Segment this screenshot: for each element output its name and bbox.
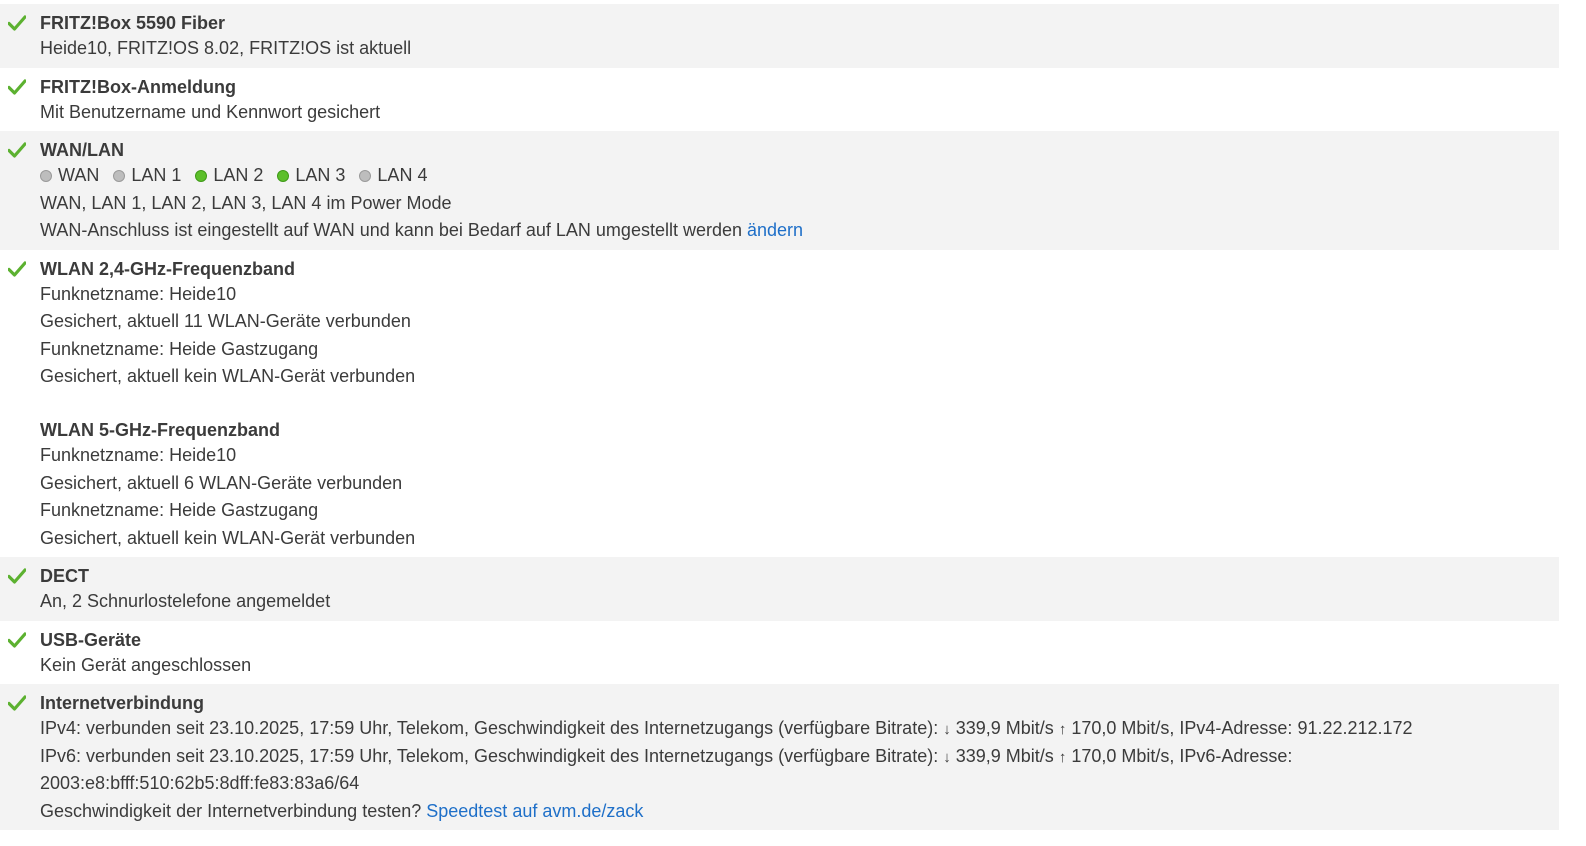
upload-arrow-icon: ↑ — [1058, 721, 1067, 738]
ipv6-status-line: IPv6: verbunden seit 23.10.2025, 17:59 U… — [40, 745, 1293, 766]
item-line: Heide10, FRITZ!OS 8.02, FRITZ!OS ist akt… — [40, 38, 412, 58]
status-item-wlan: WLAN 2,4-GHz-Frequenzband Funknetzname: … — [0, 250, 1559, 558]
port-led-lan3: LAN 3 — [277, 162, 359, 190]
item-line: Gesichert, aktuell kein WLAN-Gerät verbu… — [40, 366, 416, 386]
item-line: Funknetzname: Heide Gastzugang — [40, 500, 319, 520]
item-line: Mit Benutzername und Kennwort gesichert — [40, 101, 381, 122]
check-icon — [8, 695, 26, 711]
status-item-login: FRITZ!Box-Anmeldung Mit Benutzername und… — [0, 68, 1559, 132]
item-title: DECT — [40, 566, 89, 586]
ipv4-status-line: IPv4: verbunden seit 23.10.2025, 17:59 U… — [40, 718, 1413, 738]
check-icon — [8, 15, 26, 31]
item-line: Funknetzname: Heide Gastzugang — [40, 338, 319, 359]
check-icon — [8, 78, 26, 95]
speedtest-line: Geschwindigkeit der Internetverbindung t… — [40, 800, 644, 821]
status-item-fritzbox: FRITZ!Box 5590 Fiber Heide10, FRITZ!OS 8… — [0, 4, 1559, 68]
item-title: WAN/LAN — [40, 140, 124, 160]
download-arrow-icon: ↓ — [943, 748, 951, 766]
check-icon — [8, 260, 26, 277]
port-led-lan1: LAN 1 — [113, 162, 195, 190]
status-dot-icon — [40, 170, 52, 182]
status-dot-icon — [113, 170, 126, 182]
status-dot-icon — [359, 170, 372, 182]
upload-arrow-icon: ↑ — [1058, 748, 1067, 766]
port-led-wan: WAN — [40, 162, 113, 190]
status-overview-list: FRITZ!Box 5590 Fiber Heide10, FRITZ!OS 8… — [0, 4, 1559, 830]
port-led-lan2: LAN 2 — [195, 162, 277, 190]
download-arrow-icon: ↓ — [943, 721, 951, 738]
item-line: Funknetzname: Heide10 — [40, 283, 237, 304]
port-led-lan4: LAN 4 — [359, 162, 441, 190]
item-title: WLAN 2,4-GHz-Frequenzband — [40, 258, 295, 279]
item-subtitle: WLAN 5-GHz-Frequenzband — [40, 420, 280, 440]
wan-port-text: WAN-Anschluss ist eingestellt auf WAN un… — [40, 220, 804, 240]
status-dot-icon — [277, 170, 290, 182]
speedtest-link[interactable]: Speedtest auf avm.de/zack — [426, 801, 643, 821]
status-dot-icon — [195, 170, 208, 182]
check-icon — [8, 142, 26, 158]
status-item-internet: Internetverbindung IPv4: verbunden seit … — [0, 684, 1559, 830]
power-mode-text: WAN, LAN 1, LAN 2, LAN 3, LAN 4 im Power… — [40, 192, 452, 213]
check-icon — [8, 568, 26, 584]
item-line: Gesichert, aktuell 6 WLAN-Geräte verbund… — [40, 472, 403, 493]
item-line: Kein Gerät angeschlossen — [40, 654, 252, 675]
item-title: USB-Geräte — [40, 629, 142, 650]
item-line: Gesichert, aktuell kein WLAN-Gerät verbu… — [40, 527, 416, 548]
port-led-row: WAN LAN 1 LAN 2 LAN 3 LAN 4 — [40, 162, 1559, 190]
item-line: Funknetzname: Heide10 — [40, 445, 237, 465]
check-icon — [8, 631, 26, 648]
ipv6-address: 2003:e8:bfff:510:62b5:8dff:fe83:83a6/64 — [40, 773, 360, 793]
item-title: FRITZ!Box-Anmeldung — [40, 76, 236, 97]
item-line: An, 2 Schnurlostelefone angemeldet — [40, 591, 331, 611]
change-wan-link[interactable]: ändern — [747, 220, 803, 240]
item-title: Internetverbindung — [40, 693, 205, 713]
status-item-dect: DECT An, 2 Schnurlostelefone angemeldet — [0, 557, 1559, 621]
status-item-usb: USB-Geräte Kein Gerät angeschlossen — [0, 621, 1559, 685]
item-line: Gesichert, aktuell 11 WLAN-Geräte verbun… — [40, 311, 411, 331]
status-item-wan-lan: WAN/LAN WAN LAN 1 LAN 2 LAN 3 LAN 4 WAN, LAN… — [0, 131, 1559, 250]
item-title: FRITZ!Box 5590 Fiber — [40, 13, 226, 33]
